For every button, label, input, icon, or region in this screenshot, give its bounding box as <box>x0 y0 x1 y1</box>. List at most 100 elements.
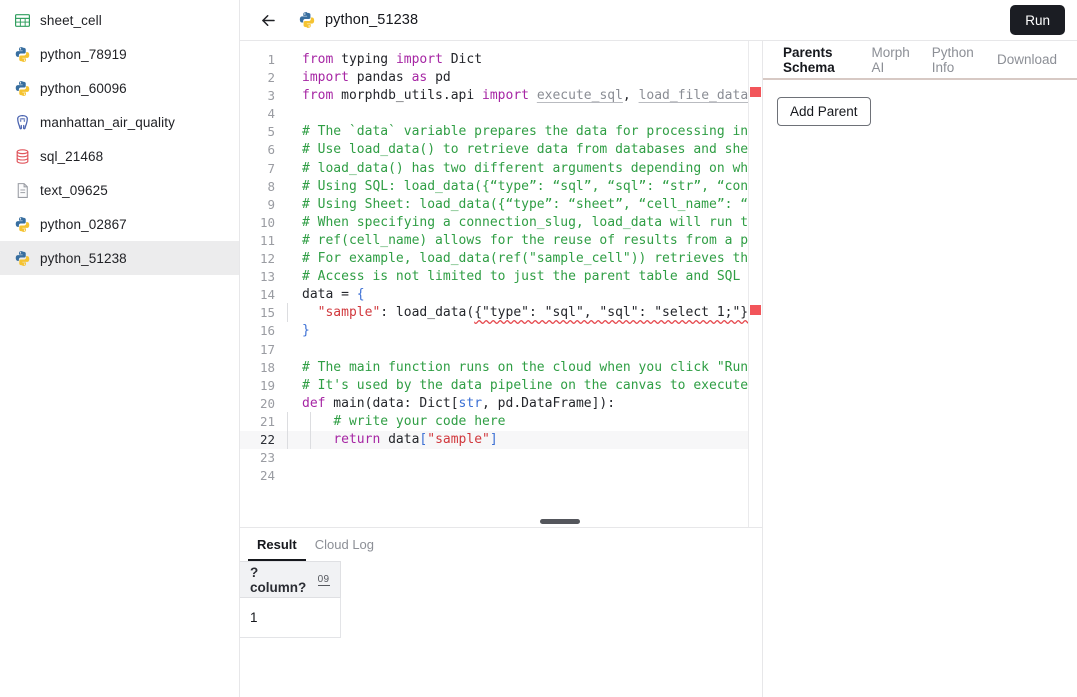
code-editor[interactable]: 1 from typing import Dict 2 import pandas a… <box>240 41 762 527</box>
code-token: load_file_data <box>638 88 749 104</box>
code-line[interactable]: 18 # The main function runs on the cloud … <box>240 359 762 377</box>
code-line[interactable]: 19 # It's used by the data pipeline on th… <box>240 377 762 395</box>
code-text[interactable]: # ref(cell_name) allows for the reuse of… <box>287 232 762 250</box>
code-line[interactable]: 11 # ref(cell_name) allows for the reuse … <box>240 232 762 250</box>
result-tab-result[interactable]: Result <box>248 528 306 561</box>
sidebar-item-manhattan_air_quality[interactable]: manhattan_air_quality <box>0 105 239 139</box>
code-line[interactable]: 8 # Using SQL: load_data({“type”: “sql”, … <box>240 178 762 196</box>
code-text[interactable]: } <box>287 322 310 340</box>
code-line[interactable]: 14 data = { <box>240 286 762 304</box>
code-line[interactable]: 5 # The `data` variable prepares the data… <box>240 123 762 141</box>
code-text[interactable]: "sample": load_data({"type": "sql", "sql… <box>287 303 762 323</box>
table-body: 1 <box>240 597 341 638</box>
code-text[interactable]: # It's used by the data pipeline on the … <box>287 377 762 395</box>
sidebar-item-label: text_09625 <box>40 182 108 198</box>
code-text[interactable] <box>287 341 302 359</box>
line-number: 2 <box>267 70 275 86</box>
code-text[interactable]: data = { <box>287 286 365 304</box>
sidebar-item-text_09625[interactable]: text_09625 <box>0 173 239 207</box>
code-line[interactable]: 3 from morphdb_utils.api import execute_s… <box>240 87 762 105</box>
tab-python-info[interactable]: Python Info <box>922 40 985 79</box>
database-icon <box>16 148 29 164</box>
code-token: # load_data() has two different argument… <box>302 160 762 176</box>
code-line[interactable]: 20 def main(data: Dict[str, pd.DataFrame]… <box>240 395 762 413</box>
scrollbar-thumb[interactable] <box>540 519 580 524</box>
code-token: # Use load_data() to retrieve data from … <box>302 142 762 158</box>
code-lines[interactable]: 1 from typing import Dict 2 import pandas a… <box>240 41 762 485</box>
code-token: "sample" <box>427 431 490 447</box>
code-text[interactable]: # The `data` variable prepares the data … <box>287 123 762 141</box>
sidebar-item-python_60096[interactable]: python_60096 <box>0 71 239 105</box>
sidebar-item-python_02867[interactable]: python_02867 <box>0 207 239 241</box>
code-line[interactable]: 22 return data["sample"] <box>240 429 762 450</box>
code-line[interactable]: 24 <box>240 467 762 485</box>
code-text[interactable] <box>287 105 302 123</box>
overview-ruler[interactable] <box>748 41 762 527</box>
code-line[interactable]: 12 # For example, load_data(ref("sample_c… <box>240 250 762 268</box>
sidebar-item-python_78919[interactable]: python_78919 <box>0 37 239 71</box>
sidebar-item-label: python_60096 <box>40 80 127 96</box>
code-line[interactable]: 13 # Access is not limited to just the pa… <box>240 268 762 286</box>
result-tab-cloud-log[interactable]: Cloud Log <box>306 528 383 561</box>
main-area: python_51238 Run 1 from typing import Dic… <box>240 0 1077 697</box>
code-token: # Using SQL: load_data({“type”: “sql”, “… <box>302 178 762 194</box>
code-token: , <box>622 88 639 104</box>
code-line[interactable]: 9 # Using Sheet: load_data({“type”: “shee… <box>240 196 762 214</box>
code-line[interactable]: 10 # When specifying a connection_slug, l… <box>240 214 762 232</box>
sidebar-item-python_51238[interactable]: python_51238 <box>0 241 239 275</box>
back-button[interactable] <box>254 6 282 34</box>
app-root: sheet_cell python_78919 python_60096manhat… <box>0 0 1077 697</box>
code-line[interactable]: 1 from typing import Dict <box>240 51 762 69</box>
code-text[interactable]: from typing import Dict <box>287 51 482 69</box>
code-line[interactable]: 16} <box>240 322 762 340</box>
python-icon <box>15 216 30 232</box>
column-type-badge: 09 <box>317 573 330 586</box>
code-text[interactable]: return data["sample"] <box>287 429 498 449</box>
code-line[interactable]: 15 "sample": load_data({"type": "sql", "… <box>240 303 762 323</box>
code-token: morphdb_utils.api <box>333 88 483 104</box>
code-text[interactable]: # Using Sheet: load_data({“type”: “sheet… <box>287 196 762 214</box>
code-token: data <box>380 431 420 447</box>
code-text[interactable]: # Using SQL: load_data({“type”: “sql”, “… <box>287 178 762 196</box>
code-text[interactable]: # Access is not limited to just the pare… <box>287 268 762 286</box>
tab-morph-ai[interactable]: Morph AI <box>861 40 919 79</box>
code-line[interactable]: 2 import pandas as pd <box>240 69 762 87</box>
code-text[interactable]: from morphdb_utils.api import execute_sq… <box>287 87 762 105</box>
code-line[interactable]: 7 # load_data() has two different argumen… <box>240 160 762 178</box>
code-token: data = <box>302 287 357 303</box>
code-line[interactable]: 23 <box>240 449 762 467</box>
code-text[interactable] <box>287 449 302 467</box>
add-parent-button[interactable]: Add Parent <box>777 97 871 126</box>
code-text[interactable]: import pandas as pd <box>287 69 451 87</box>
code-text[interactable]: # Use load_data() to retrieve data from … <box>287 141 762 159</box>
line-number: 20 <box>259 395 275 411</box>
code-text[interactable]: # For example, load_data(ref("sample_cel… <box>287 250 762 268</box>
sidebar-item-sheet_cell[interactable]: sheet_cell <box>0 3 239 37</box>
editor-horizontal-scrollbar[interactable] <box>287 517 749 527</box>
line-number: 14 <box>259 287 275 303</box>
code-text[interactable] <box>287 467 302 485</box>
line-number: 10 <box>259 214 275 230</box>
sidebar-list: sheet_cell python_78919 python_60096manhat… <box>0 3 239 275</box>
sidebar-item-sql_21468[interactable]: sql_21468 <box>0 139 239 173</box>
tab-download[interactable]: Download <box>987 40 1067 79</box>
line-number: 6 <box>267 142 275 158</box>
tab-parents-schema[interactable]: Parents Schema <box>773 40 859 79</box>
code-text[interactable]: # When specifying a connection_slug, loa… <box>287 214 762 232</box>
code-line[interactable]: 4 <box>240 105 762 123</box>
table-cell[interactable]: 1 <box>240 597 341 638</box>
code-line[interactable]: 6 # Use load_data() to retrieve data from… <box>240 141 762 159</box>
error-marker[interactable] <box>750 305 761 315</box>
run-button[interactable]: Run <box>1010 5 1065 35</box>
error-marker[interactable] <box>750 87 761 97</box>
code-line[interactable]: 21 # write your code here <box>240 411 762 431</box>
code-line[interactable]: 17 <box>240 341 762 359</box>
code-text[interactable]: # The main function runs on the cloud wh… <box>287 359 762 377</box>
code-text[interactable]: def main(data: Dict[str, pd.DataFrame]): <box>287 395 615 413</box>
line-number: 15 <box>259 305 275 321</box>
column-header[interactable]: ?column? 09 <box>240 561 341 598</box>
code-text[interactable]: # write your code here <box>287 411 506 431</box>
code-text[interactable]: # load_data() has two different argument… <box>287 160 762 178</box>
